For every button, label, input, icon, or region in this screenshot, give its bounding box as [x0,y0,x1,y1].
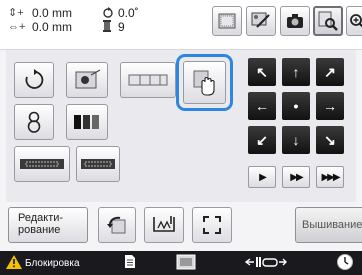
arrow-right-button[interactable]: → [316,92,344,120]
width-arrows-icon: ⇔+ [8,21,26,33]
arrow-up-right-button[interactable]: ↗ [316,58,344,86]
lock-label: Блокировка [25,257,80,269]
presser-foot-icon [244,255,288,272]
clock-button[interactable] [336,251,354,275]
width-value: 0.0 mm [32,20,73,34]
lock-button[interactable]: Блокировка [6,251,80,275]
rotate-button[interactable] [14,62,54,98]
undo-icon [106,215,128,235]
border-button[interactable] [14,146,70,182]
angle-value: 0.0˚ [118,6,139,20]
color-count: 9 [118,20,125,34]
stitch-icon [151,214,177,236]
page-icon [124,254,136,272]
frame-display-icon [251,12,271,30]
border-repeat-icon [81,158,115,170]
footer-bar: Блокировка [0,251,362,275]
step-forward-button[interactable]: ▶ [248,166,276,188]
density-icon [128,72,168,88]
camera-icon [285,12,305,30]
size-button[interactable] [14,104,54,140]
height-arrows-icon: ⇕+ [8,7,24,19]
arrow-down-button[interactable]: ↓ [282,126,310,154]
frame-display-button[interactable] [246,6,276,36]
multi-color-icon [73,114,101,130]
presser-foot-button[interactable] [244,251,288,275]
height-value: 0.0 mm [32,6,73,20]
pattern-preview-button[interactable] [212,6,242,36]
clock-icon [336,253,354,274]
frame-select-button[interactable] [192,207,232,243]
magnify-button[interactable] [346,6,362,36]
edit-label-line2: рование [18,224,61,236]
arrow-down-left-button[interactable]: ↙ [248,126,276,154]
frame-icon [176,254,196,273]
rotate-icon [23,69,45,91]
selection-highlight [176,54,233,111]
zoom-preview-button[interactable] [313,6,343,36]
camera-button[interactable] [280,6,310,36]
multi-color-button[interactable] [66,104,108,140]
border-icon [20,158,64,170]
zoom-preview-icon [318,11,338,31]
magnify-icon [349,13,362,29]
border-repeat-button[interactable] [76,146,120,182]
pattern-preview-icon [218,13,236,29]
page-button[interactable] [124,251,136,275]
stitch-button[interactable] [144,207,184,243]
fastest-forward-button[interactable]: ▶▶▶ [316,166,344,188]
undo-button[interactable] [98,207,136,243]
size-icon [24,110,44,134]
status-header: ⇕+ 0.0 mm ⇔+ 0.0 mm 0.0˚ 9 [0,0,362,50]
frame-button[interactable] [176,251,196,275]
fast-forward-button[interactable]: ▶▶ [282,166,310,188]
arrow-left-button[interactable]: ← [248,92,276,120]
arrow-down-right-button[interactable]: ↘ [316,126,344,154]
embroidery-edit-screen: ⇕+ 0.0 mm ⇔+ 0.0 mm 0.0˚ 9 ↖ ↑ ↗ ← • → ↙… [0,0,362,275]
thread-color-button[interactable] [66,62,108,98]
edit-button[interactable]: Редакти- рование [8,207,88,243]
arrow-up-button[interactable]: ↑ [282,58,310,86]
warning-icon [6,254,22,272]
density-button[interactable] [120,62,176,98]
embroider-label: Вышивание [302,219,362,231]
frame-select-icon [202,215,222,235]
center-button[interactable]: • [282,92,310,120]
arrow-up-left-button[interactable]: ↖ [248,58,276,86]
embroider-button[interactable]: Вышивание [295,207,362,243]
thread-color-icon [73,69,101,91]
edit-label-line1: Редакти- [18,212,64,224]
thread-spool-icon [102,20,112,36]
